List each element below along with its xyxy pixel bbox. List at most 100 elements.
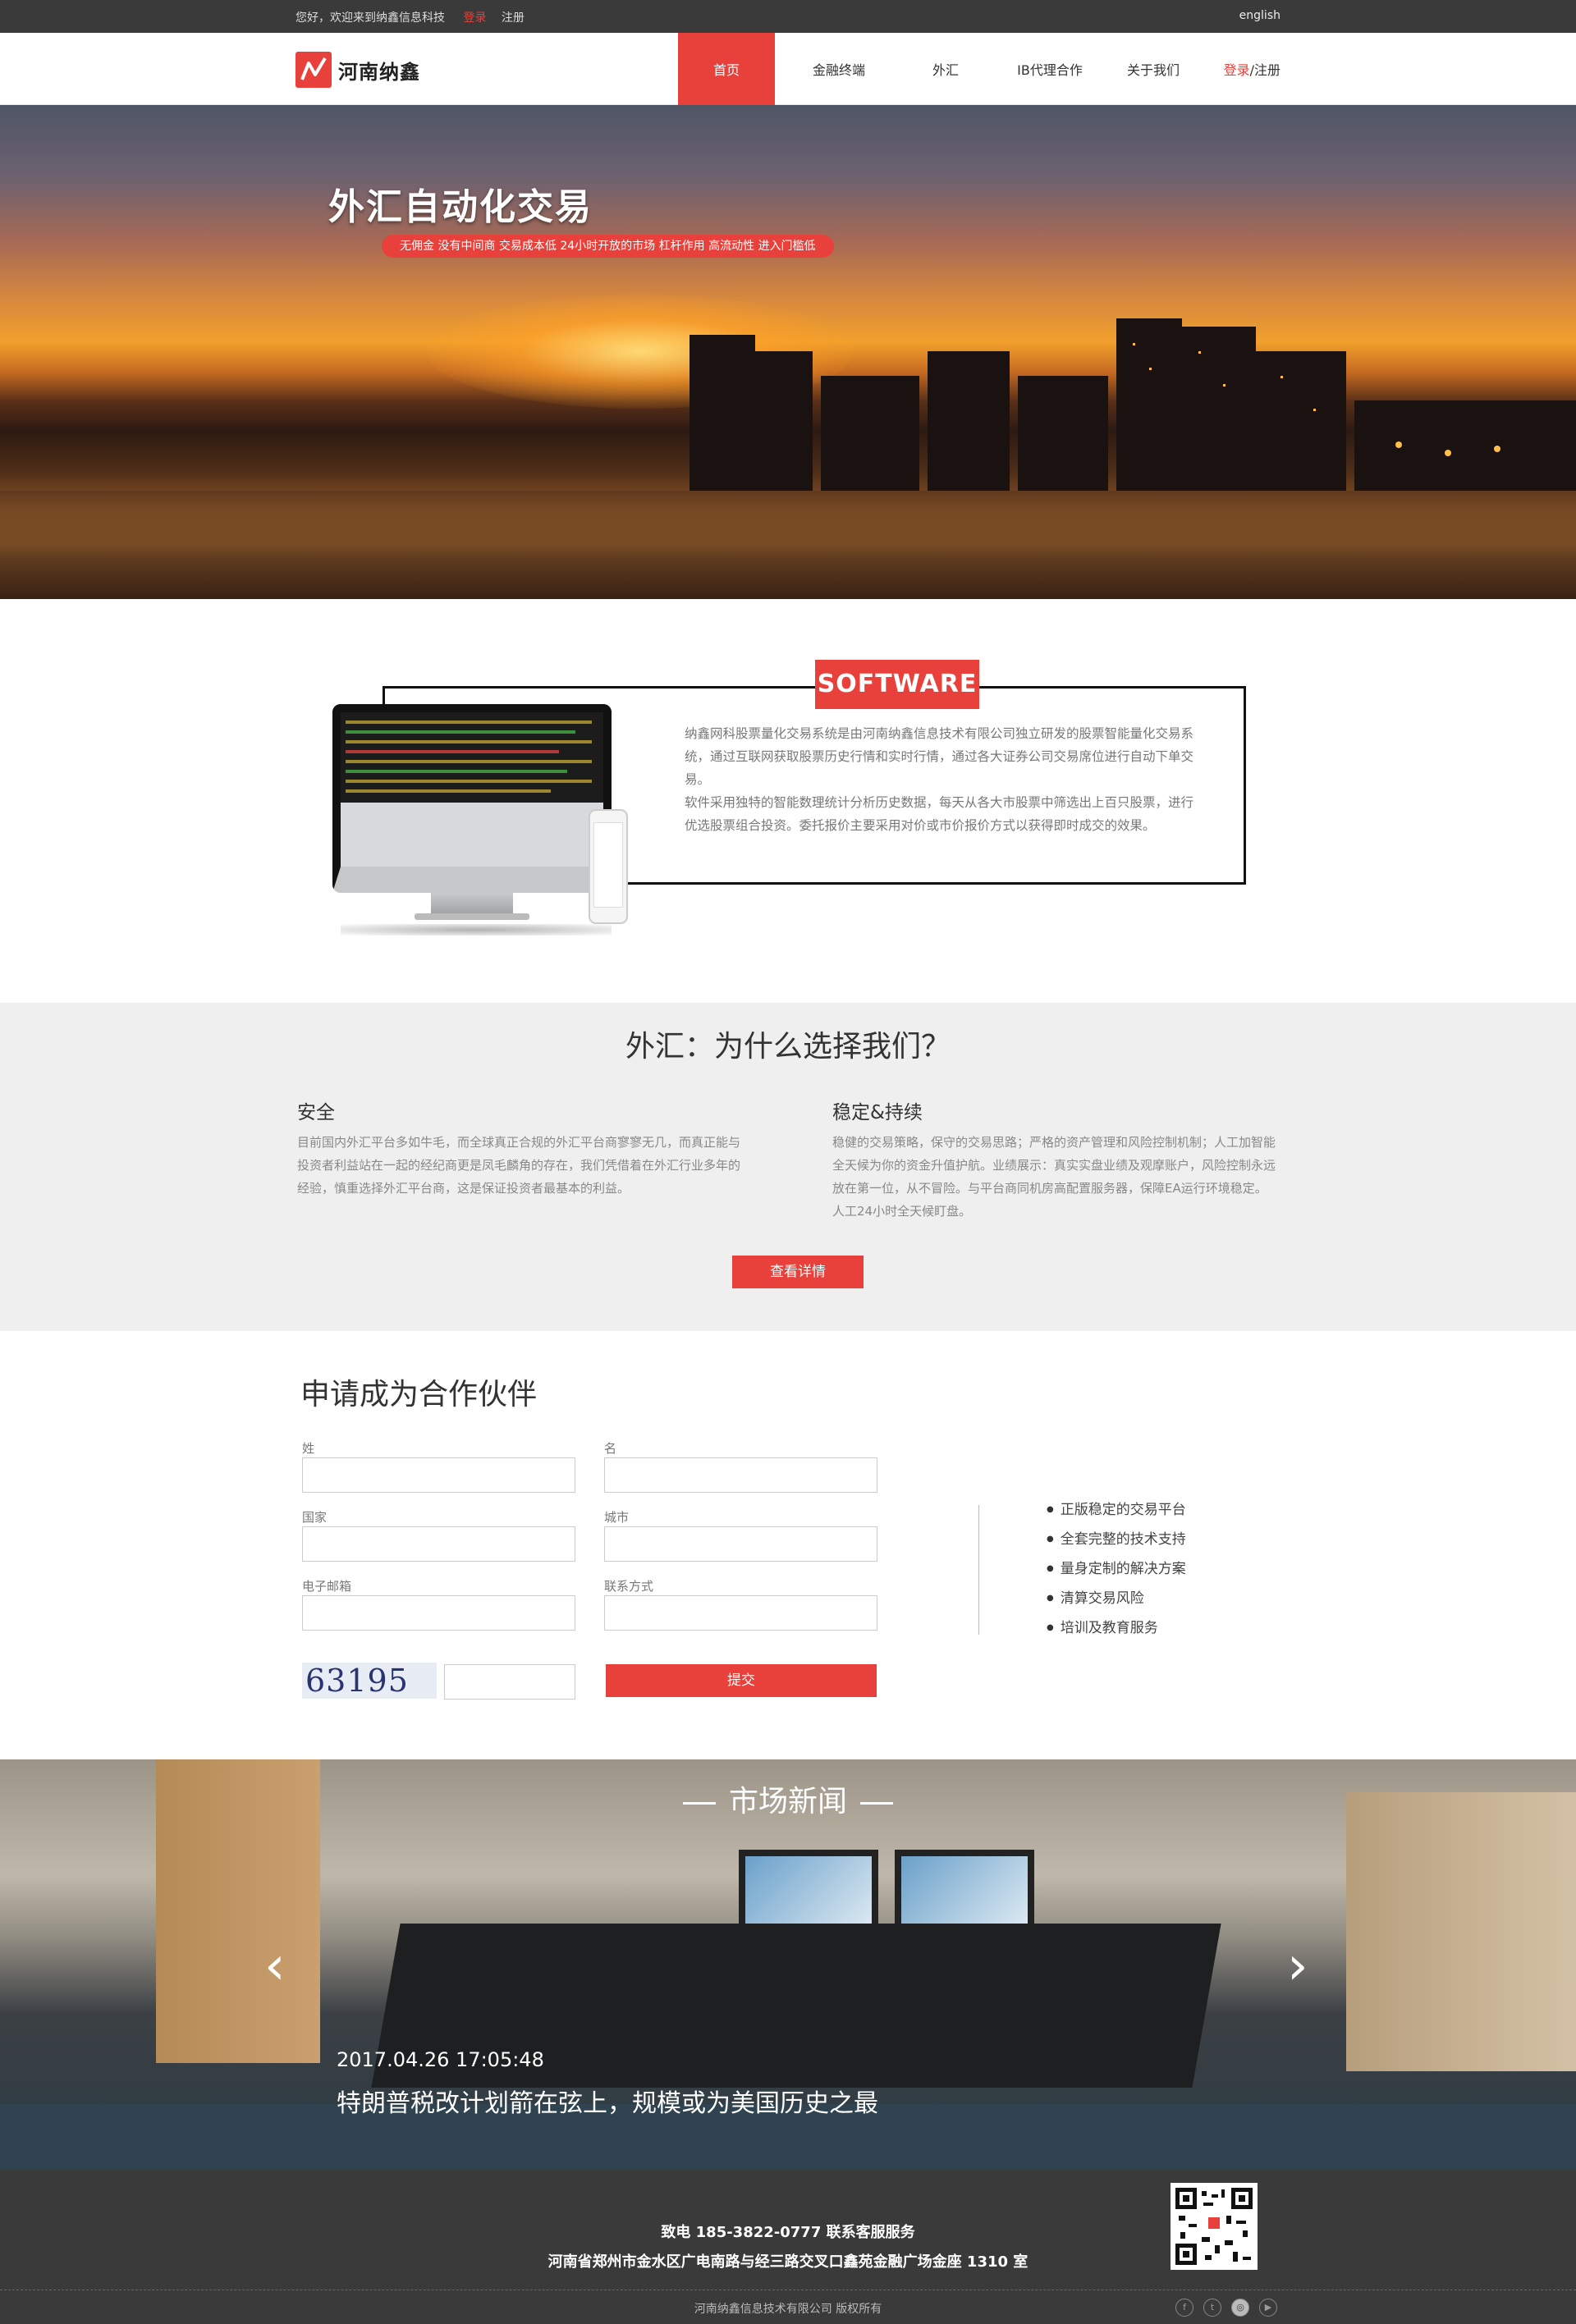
language-switch[interactable]: english (1239, 9, 1280, 22)
contact-input[interactable] (604, 1595, 877, 1631)
top-login-link[interactable]: 登录 (463, 11, 486, 25)
country-input[interactable] (302, 1526, 575, 1562)
why-title: 外汇：为什么选择我们？ (625, 1030, 951, 1064)
news-title: 市场新闻 (0, 1777, 1576, 1820)
why-choose-us-section: 外汇：为什么选择我们？ 安全 目前国内外汇平台多如牛毛，而全球真正合规的外汇平台… (0, 1003, 1576, 1331)
footer: 致电 185-3822-0777 联系客服服务 河南省郑州市金水区广电南路与经三… (0, 2170, 1576, 2324)
software-paragraph-1: 纳鑫网科股票量化交易系统是由河南纳鑫信息技术有限公司独立研发的股票智能量化交易系… (685, 726, 1194, 787)
screen-row (346, 789, 551, 793)
form-divider (978, 1505, 979, 1635)
window-light (1149, 368, 1152, 370)
street-light (1494, 446, 1500, 452)
surname-label: 姓 (302, 1441, 315, 1456)
screen-row (346, 780, 592, 783)
name-input[interactable] (604, 1457, 877, 1493)
captcha-input[interactable] (444, 1664, 575, 1700)
view-details-button[interactable]: 查看详情 (732, 1256, 864, 1288)
surname-input[interactable] (302, 1457, 575, 1493)
nav-about-us[interactable]: 关于我们 (1113, 33, 1193, 105)
logo-icon (296, 52, 332, 88)
partner-title: 申请成为合作伙伴 (300, 1378, 538, 1411)
contact-phone: 致电 185-3822-0777 联系客服服务 (661, 2224, 915, 2241)
window-light (1280, 376, 1283, 378)
window-light (1223, 384, 1226, 387)
window-light (1133, 343, 1135, 345)
building (1182, 327, 1256, 491)
software-paragraph-2: 软件采用独特的智能数理统计分析历史数据，每天从各大市股票中筛选出上百只股票，进行… (685, 795, 1194, 833)
facebook-icon[interactable]: f (1175, 2299, 1193, 2317)
meeting-screen (895, 1850, 1034, 1932)
why-safety-text: 目前国内外汇平台多如牛毛，而全球真正合规的外汇平台商寥寥无几，而真正能与投资者利… (297, 1135, 741, 1196)
street-light (1445, 450, 1451, 456)
imac-base (415, 913, 529, 920)
wall-panel (1346, 1792, 1576, 2071)
hero-subtitle: 无佣金 没有中间商 交易成本低 24小时开放的市场 杠杆作用 高流动性 进入门槛… (382, 235, 834, 258)
main-nav: 河南纳鑫 首页 金融终端 外汇 IB代理合作 关于我们 登录/注册 (0, 33, 1576, 112)
benefit-item: 全套完整的技术支持 (1047, 1525, 1186, 1554)
captcha-image[interactable]: 63195 (302, 1663, 437, 1699)
nav-forex[interactable]: 外汇 (911, 33, 980, 105)
instagram-icon[interactable]: ◎ (1231, 2299, 1249, 2317)
contact-label: 联系方式 (604, 1579, 654, 1594)
meeting-screen (739, 1850, 878, 1932)
email-label: 电子邮箱 (302, 1579, 352, 1594)
nav-login-link[interactable]: 登录 (1224, 62, 1250, 78)
benefit-item: 正版稳定的交易平台 (1047, 1495, 1186, 1525)
city-input[interactable] (604, 1526, 877, 1562)
screen-row (346, 770, 567, 773)
market-news-section: 市场新闻 ‹ › 2017.04.26 17:05:48 特朗普税改计划箭在弦上… (0, 1759, 1576, 2170)
why-stability-column: 稳定&持续 稳健的交易策略，保守的交易思路；严格的资产管理和风险控制机制；人工加… (832, 1096, 1276, 1223)
screen-row (346, 721, 592, 724)
why-safety-column: 安全 目前国内外汇平台多如牛毛，而全球真正合规的外汇平台商寥寥无几，而真正能与投… (297, 1096, 740, 1200)
logo-text: 河南纳鑫 (338, 60, 420, 84)
imac-illustration (332, 704, 628, 936)
building (755, 351, 813, 491)
twitter-icon[interactable]: t (1203, 2299, 1221, 2317)
nav-ib-partnership[interactable]: IB代理合作 (1005, 33, 1095, 105)
software-section: SOFTWARE 纳鑫网科股票量化交易系统是由河南纳鑫信息技术有限公司独立研发的… (0, 599, 1576, 1003)
nav-register-link[interactable]: 注册 (1254, 62, 1280, 78)
street-light (1395, 441, 1402, 448)
chevron-left-icon[interactable]: ‹ (264, 1936, 286, 1997)
software-description: 纳鑫网科股票量化交易系统是由河南纳鑫信息技术有限公司独立研发的股票智能量化交易系… (685, 722, 1197, 837)
hero-banner: 外汇自动化交易 无佣金 没有中间商 交易成本低 24小时开放的市场 杠杆作用 高… (0, 105, 1576, 599)
submit-button[interactable]: 提交 (606, 1664, 877, 1697)
welcome-area: 您好，欢迎来到纳鑫信息科技 登录 注册 (296, 9, 525, 25)
chevron-right-icon[interactable]: › (1287, 1936, 1308, 1997)
phone-screen (593, 822, 623, 908)
screen-row (346, 750, 559, 753)
building (928, 351, 1010, 491)
benefit-item: 量身定制的解决方案 (1047, 1554, 1186, 1584)
benefit-item: 培训及教育服务 (1047, 1613, 1186, 1643)
why-stability-text: 稳健的交易策略，保守的交易思路；严格的资产管理和风险控制机制；人工加智能全天候为… (832, 1135, 1276, 1219)
building (1354, 400, 1576, 491)
nav-auth: 登录/注册 (1224, 33, 1280, 105)
imac-screen-frame (332, 704, 612, 893)
logo[interactable]: 河南纳鑫 (296, 51, 420, 89)
building (690, 335, 755, 491)
building (821, 376, 919, 491)
top-register-link[interactable]: 注册 (502, 11, 525, 25)
window-light (1198, 351, 1201, 354)
software-tag: SOFTWARE (815, 660, 979, 709)
building (1256, 351, 1346, 491)
building (1116, 318, 1182, 491)
window-light (1313, 409, 1316, 411)
imac-shadow (341, 924, 612, 936)
nav-financial-terminal[interactable]: 金融终端 (796, 33, 882, 105)
country-label: 国家 (302, 1510, 328, 1525)
why-safety-heading: 安全 (297, 1102, 335, 1123)
trading-screen (341, 712, 603, 803)
screen-row (346, 740, 592, 743)
footer-bottom: 河南纳鑫信息技术有限公司 版权所有 f t ◎ ▶ (0, 2290, 1576, 2324)
phone-illustration (589, 809, 628, 924)
name-label: 名 (604, 1441, 617, 1456)
news-headline[interactable]: 特朗普税改计划箭在弦上，规模或为美国历史之最 (337, 2083, 878, 2119)
nav-home[interactable]: 首页 (678, 33, 775, 112)
email-input[interactable] (302, 1595, 575, 1631)
partner-application-section: 申请成为合作伙伴 姓 名 国家 城市 电子邮箱 联系方式 63195 提交 正版… (0, 1331, 1576, 1759)
youtube-icon[interactable]: ▶ (1259, 2299, 1277, 2317)
copyright: 河南纳鑫信息技术有限公司 版权所有 (694, 2303, 882, 2316)
city-label: 城市 (604, 1510, 630, 1525)
building (1018, 376, 1108, 491)
